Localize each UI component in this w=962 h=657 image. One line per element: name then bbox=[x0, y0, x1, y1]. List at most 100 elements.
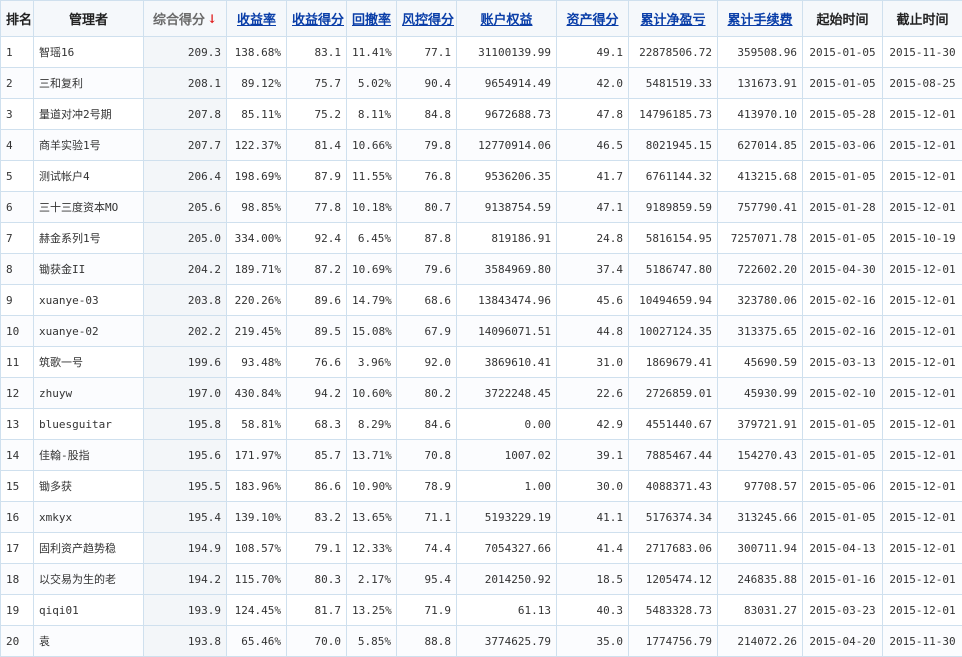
return-rate-cell: 108.57% bbox=[227, 533, 287, 564]
return-rate-cell: 115.70% bbox=[227, 564, 287, 595]
risk-score-cell: 78.9 bbox=[397, 471, 457, 502]
table-row[interactable]: 3量道对冲2号期207.885.11%75.28.11%84.89672688.… bbox=[1, 99, 962, 130]
manager-name-cell: bluesguitar bbox=[34, 409, 144, 440]
rank-cell: 14 bbox=[1, 440, 34, 471]
fees-cell: 97708.57 bbox=[718, 471, 803, 502]
net-profit-cell: 7885467.44 bbox=[629, 440, 718, 471]
risk-score-cell: 71.1 bbox=[397, 502, 457, 533]
drawdown-cell: 12.33% bbox=[347, 533, 397, 564]
table-row[interactable]: 11筑歌一号199.693.48%76.63.96%92.03869610.41… bbox=[1, 347, 962, 378]
manager-name-cell: 锄多获 bbox=[34, 471, 144, 502]
fees-cell: 45930.99 bbox=[718, 378, 803, 409]
asset-score-cell: 44.8 bbox=[557, 316, 629, 347]
table-row[interactable]: 1智瑶16209.3138.68%83.111.41%77.131100139.… bbox=[1, 37, 962, 68]
manager-name-cell: xuanye-03 bbox=[34, 285, 144, 316]
table-row[interactable]: 13bluesguitar195.858.81%68.38.29%84.60.0… bbox=[1, 409, 962, 440]
manager-name-cell: zhuyw bbox=[34, 378, 144, 409]
equity-cell: 3722248.45 bbox=[457, 378, 557, 409]
end-date-cell: 2015-12-01 bbox=[883, 130, 962, 161]
column-header-net-profit[interactable]: 累计净盈亏 bbox=[629, 1, 718, 37]
equity-cell: 2014250.92 bbox=[457, 564, 557, 595]
total-score-cell: 202.2 bbox=[144, 316, 227, 347]
table-row[interactable]: 16xmkyx195.4139.10%83.213.65%71.15193229… bbox=[1, 502, 962, 533]
table-row[interactable]: 15锄多获195.5183.96%86.610.90%78.91.0030.04… bbox=[1, 471, 962, 502]
fees-cell: 154270.43 bbox=[718, 440, 803, 471]
total-score-cell: 199.6 bbox=[144, 347, 227, 378]
column-header-label: 累计手续费 bbox=[727, 13, 792, 28]
table-row[interactable]: 18以交易为生的老194.2115.70%80.32.17%95.4201425… bbox=[1, 564, 962, 595]
drawdown-cell: 11.41% bbox=[347, 37, 397, 68]
net-profit-cell: 1869679.41 bbox=[629, 347, 718, 378]
start-date-cell: 2015-01-28 bbox=[803, 192, 883, 223]
table-row[interactable]: 19qiqi01193.9124.45%81.713.25%71.961.134… bbox=[1, 595, 962, 626]
net-profit-cell: 4088371.43 bbox=[629, 471, 718, 502]
asset-score-cell: 45.6 bbox=[557, 285, 629, 316]
return-score-cell: 87.9 bbox=[287, 161, 347, 192]
column-header-label: 综合得分 bbox=[153, 13, 205, 28]
column-header-risk-score[interactable]: 风控得分 bbox=[397, 1, 457, 37]
drawdown-cell: 6.45% bbox=[347, 223, 397, 254]
table-row[interactable]: 7赫金系列1号205.0334.00%92.46.45%87.8819186.9… bbox=[1, 223, 962, 254]
table-row[interactable]: 5测试帐户4206.4198.69%87.911.55%76.89536206.… bbox=[1, 161, 962, 192]
total-score-cell: 206.4 bbox=[144, 161, 227, 192]
rank-cell: 3 bbox=[1, 99, 34, 130]
return-score-cell: 83.1 bbox=[287, 37, 347, 68]
table-row[interactable]: 2三和复利208.189.12%75.75.02%90.49654914.494… bbox=[1, 68, 962, 99]
risk-score-cell: 76.8 bbox=[397, 161, 457, 192]
return-rate-cell: 220.26% bbox=[227, 285, 287, 316]
risk-score-cell: 80.2 bbox=[397, 378, 457, 409]
start-date-cell: 2015-03-13 bbox=[803, 347, 883, 378]
drawdown-cell: 10.18% bbox=[347, 192, 397, 223]
table-row[interactable]: 14佳翰-股指195.6171.97%85.713.71%70.81007.02… bbox=[1, 440, 962, 471]
drawdown-cell: 14.79% bbox=[347, 285, 397, 316]
net-profit-cell: 5176374.34 bbox=[629, 502, 718, 533]
return-score-cell: 92.4 bbox=[287, 223, 347, 254]
asset-score-cell: 47.1 bbox=[557, 192, 629, 223]
rank-cell: 4 bbox=[1, 130, 34, 161]
arrow-down-icon[interactable]: ↓ bbox=[207, 12, 217, 26]
column-header-return-score[interactable]: 收益得分 bbox=[287, 1, 347, 37]
fees-cell: 722602.20 bbox=[718, 254, 803, 285]
table-row[interactable]: 8锄获金II204.2189.71%87.210.69%79.63584969.… bbox=[1, 254, 962, 285]
column-header-return-rate[interactable]: 收益率 bbox=[227, 1, 287, 37]
equity-cell: 7054327.66 bbox=[457, 533, 557, 564]
column-header-label: 账户权益 bbox=[480, 13, 532, 28]
start-date-cell: 2015-01-05 bbox=[803, 502, 883, 533]
column-header-total-score[interactable]: 综合得分↓ bbox=[144, 1, 227, 37]
column-header-rank: 排名 bbox=[1, 1, 34, 37]
risk-score-cell: 68.6 bbox=[397, 285, 457, 316]
rank-cell: 10 bbox=[1, 316, 34, 347]
manager-name-cell: 佳翰-股指 bbox=[34, 440, 144, 471]
table-row[interactable]: 10xuanye-02202.2219.45%89.515.08%67.9140… bbox=[1, 316, 962, 347]
return-rate-cell: 98.85% bbox=[227, 192, 287, 223]
column-header-label: 资产得分 bbox=[566, 13, 618, 28]
total-score-cell: 209.3 bbox=[144, 37, 227, 68]
rank-cell: 5 bbox=[1, 161, 34, 192]
column-header-label: 起始时间 bbox=[816, 13, 868, 28]
start-date-cell: 2015-02-16 bbox=[803, 316, 883, 347]
table-row[interactable]: 6三十三度资本MO205.698.85%77.810.18%80.7913875… bbox=[1, 192, 962, 223]
risk-score-cell: 77.1 bbox=[397, 37, 457, 68]
table-row[interactable]: 12zhuyw197.0430.84%94.210.60%80.23722248… bbox=[1, 378, 962, 409]
column-header-label: 排名 bbox=[6, 13, 32, 28]
column-header-label: 管理者 bbox=[69, 13, 108, 28]
table-row[interactable]: 4商羊实验1号207.7122.37%81.410.66%79.81277091… bbox=[1, 130, 962, 161]
fees-cell: 627014.85 bbox=[718, 130, 803, 161]
return-score-cell: 83.2 bbox=[287, 502, 347, 533]
equity-cell: 3584969.80 bbox=[457, 254, 557, 285]
return-score-cell: 77.8 bbox=[287, 192, 347, 223]
drawdown-cell: 5.02% bbox=[347, 68, 397, 99]
table-row[interactable]: 9xuanye-03203.8220.26%89.614.79%68.61384… bbox=[1, 285, 962, 316]
table-row[interactable]: 17固利资产趋势稳194.9108.57%79.112.33%74.470543… bbox=[1, 533, 962, 564]
column-header-fees[interactable]: 累计手续费 bbox=[718, 1, 803, 37]
end-date-cell: 2015-12-01 bbox=[883, 192, 962, 223]
column-header-equity[interactable]: 账户权益 bbox=[457, 1, 557, 37]
drawdown-cell: 10.60% bbox=[347, 378, 397, 409]
drawdown-cell: 13.25% bbox=[347, 595, 397, 626]
fees-cell: 313375.65 bbox=[718, 316, 803, 347]
rank-cell: 13 bbox=[1, 409, 34, 440]
total-score-cell: 197.0 bbox=[144, 378, 227, 409]
column-header-asset-score[interactable]: 资产得分 bbox=[557, 1, 629, 37]
column-header-drawdown[interactable]: 回撤率 bbox=[347, 1, 397, 37]
end-date-cell: 2015-12-01 bbox=[883, 440, 962, 471]
